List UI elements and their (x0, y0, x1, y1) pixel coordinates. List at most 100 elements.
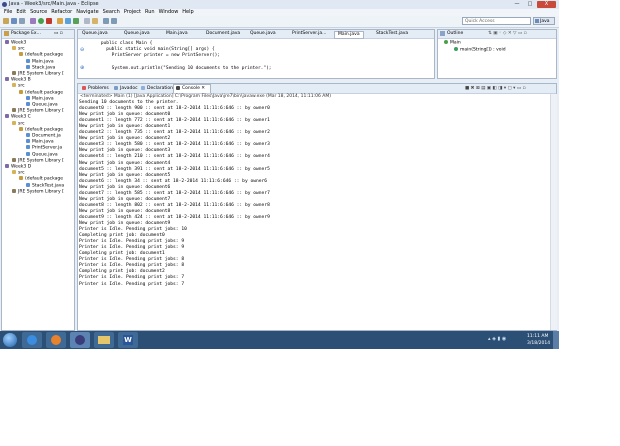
editor-tab[interactable]: Queue.java (124, 31, 150, 37)
editor-tab[interactable]: Main.java (166, 31, 188, 37)
outline-item-main-method[interactable]: main(String[]) : void (454, 47, 506, 53)
minimize-view-icon[interactable]: ▭ ▫ (54, 31, 63, 37)
console-scrollbar[interactable] (550, 94, 557, 330)
tray-icons[interactable]: ▴ ◈ ▮ ◉ (488, 336, 506, 342)
new-package-icon[interactable] (65, 18, 71, 24)
back-icon[interactable] (103, 18, 109, 24)
code-line: System.out.println("Sending 10 documents… (90, 65, 272, 71)
tree-item[interactable]: src (12, 46, 25, 52)
close-tab-icon[interactable]: ✕ (200, 86, 205, 91)
tree-item-label: src (18, 121, 25, 127)
tree-item[interactable]: JRE System Library [ (12, 157, 64, 164)
tab-declaration[interactable]: Declaration (141, 85, 173, 92)
tree-item[interactable]: PrintServer.ja (26, 145, 62, 151)
tree-item[interactable]: Week3 (5, 40, 26, 46)
menu-run[interactable]: Run (145, 9, 155, 16)
editor-tab[interactable]: Document.java (206, 31, 240, 37)
project-icon (5, 114, 9, 119)
menu-search[interactable]: Search (103, 9, 120, 16)
menu-source[interactable]: Source (30, 9, 47, 16)
new-icon[interactable] (3, 18, 9, 24)
outline-toolbar-icons[interactable]: ⇅ ▣ ◦ ◇ ✕ ▽ ▭ ▫ (488, 31, 527, 37)
tree-item[interactable]: (default package (19, 176, 63, 182)
tree-item-label: Main.java (32, 96, 54, 102)
editor-tab[interactable]: Queue.java (250, 31, 276, 37)
menu-window[interactable]: Window (159, 9, 179, 16)
quick-access-input[interactable]: Quick Access (462, 17, 531, 25)
explorer-icon (98, 336, 110, 344)
tree-item-label: Queue.java (32, 152, 58, 158)
tree-item[interactable]: src (12, 170, 25, 176)
taskbar-word[interactable]: W (118, 332, 138, 348)
minimize-button[interactable]: — (511, 1, 523, 8)
new-java-project-icon[interactable] (57, 18, 63, 24)
save-icon[interactable] (11, 18, 17, 24)
library-icon (12, 157, 16, 162)
menu-help[interactable]: Help (182, 9, 193, 16)
tree-item-label: Week3 B (11, 77, 31, 83)
tree-item[interactable]: Document.ja (26, 133, 61, 139)
java-file-icon (26, 182, 30, 187)
tree-item[interactable]: JRE System Library [ (12, 188, 64, 195)
menu-navigate[interactable]: Navigate (76, 9, 98, 16)
tab-problems[interactable]: Problems (82, 85, 109, 92)
clock-time[interactable]: 11:11 AM (527, 334, 548, 339)
tree-item[interactable]: StackTest.java (26, 182, 64, 189)
tree-item[interactable]: (default package (19, 52, 63, 58)
clock-date[interactable]: 3/18/2014 (527, 341, 550, 346)
tree-item[interactable]: Main.java (26, 139, 54, 145)
tree-item-label: Week3 C (11, 114, 31, 120)
tree-item[interactable]: Week3 B (5, 77, 31, 83)
console-toolbar-icons[interactable]: ■ ✖ ⊠ ▤ ▣ ◧ ◨ ▾ ▢ ▾ ▭ ▫ (465, 85, 526, 92)
taskbar-explorer[interactable] (94, 332, 114, 348)
tree-item-label: JRE System Library [ (18, 158, 64, 164)
tree-item[interactable]: JRE System Library [ (12, 108, 64, 114)
external-tools-icon[interactable] (46, 18, 52, 24)
show-desktop-button[interactable] (553, 331, 559, 349)
tree-item[interactable]: Main.java (26, 58, 54, 65)
taskbar-firefox[interactable] (46, 332, 66, 348)
menu-file[interactable]: File (4, 9, 12, 16)
editor-tab[interactable]: PrintServer.ja... (292, 31, 326, 37)
maximize-button[interactable]: □ (524, 1, 536, 8)
new-class-icon[interactable] (73, 18, 79, 24)
tree-item[interactable]: Week3 C (5, 114, 31, 120)
menu-refactor[interactable]: Refactor (51, 9, 72, 16)
search-icon[interactable] (92, 18, 98, 24)
menu-edit[interactable]: Edit (16, 9, 26, 16)
editor-tab[interactable]: StackTest.java (376, 31, 408, 37)
debug-icon[interactable] (30, 18, 36, 24)
run-icon[interactable] (38, 18, 44, 24)
open-type-icon[interactable] (84, 18, 90, 24)
tab-console[interactable]: Console ✕ (173, 84, 211, 93)
outline-item-main[interactable]: Main (444, 40, 461, 46)
tree-item[interactable]: src (12, 120, 25, 127)
tree-item[interactable]: (default package (19, 89, 63, 96)
tree-item[interactable]: Stack.java (26, 64, 55, 71)
taskbar-ie[interactable] (22, 332, 42, 348)
tree-item[interactable]: src (12, 83, 25, 89)
package-explorer-tab[interactable]: Package Ex... (11, 31, 41, 37)
editor-tab[interactable]: Main.java (334, 31, 364, 39)
tree-item[interactable]: JRE System Library [ (12, 71, 64, 77)
tree-item[interactable]: (default package (19, 126, 64, 133)
tree-item[interactable]: Main.java (26, 95, 54, 102)
tree-item[interactable]: Queue.java (26, 102, 58, 108)
taskbar-eclipse[interactable] (70, 332, 90, 348)
outline-tab[interactable]: Outline (447, 31, 463, 37)
print-icon[interactable] (19, 18, 25, 24)
forward-icon[interactable] (111, 18, 117, 24)
close-button[interactable]: X (537, 1, 556, 8)
tree-item-label: src (18, 170, 25, 176)
folder-icon (12, 120, 16, 125)
start-orb-icon[interactable] (3, 333, 17, 347)
tree-item-label: src (18, 83, 25, 89)
tree-item[interactable]: Queue.java (26, 151, 58, 158)
java-perspective-button[interactable]: Java (533, 17, 555, 25)
editor-tab[interactable]: Queue.java (82, 31, 108, 37)
menu-project[interactable]: Project (124, 9, 141, 16)
tree-item-label: (default package (25, 127, 64, 133)
tab-javadoc[interactable]: Javadoc (114, 85, 138, 92)
tree-item[interactable]: Week3 D (5, 164, 31, 170)
java-perspective-icon (535, 19, 539, 23)
